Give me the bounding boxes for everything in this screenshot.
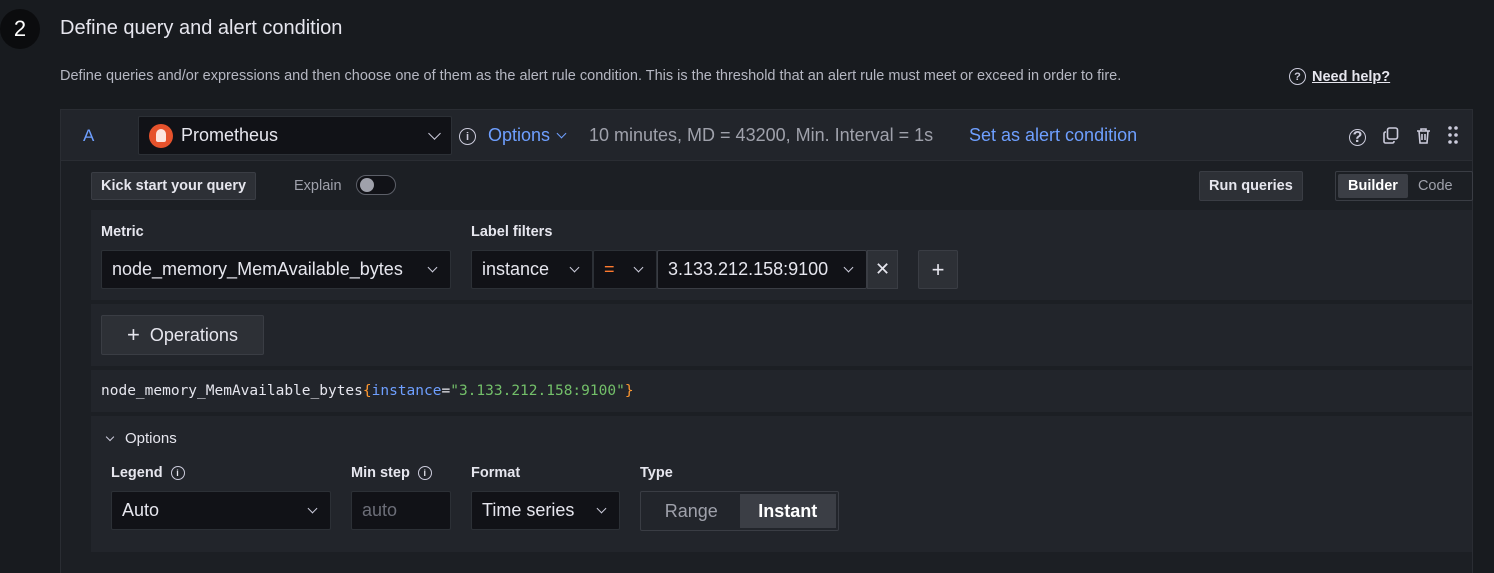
trash-icon[interactable] (1416, 127, 1431, 149)
operations-section: + Operations (91, 304, 1472, 366)
need-help[interactable]: ? Need help? (1289, 68, 1390, 85)
type-instant-option[interactable]: Instant (739, 494, 836, 528)
query-builder: Metric node_memory_MemAvailable_bytes La… (91, 210, 1472, 300)
label-key-value: instance (482, 259, 550, 279)
query-header: A Prometheus i Options 10 minutes, MD = … (61, 110, 1472, 161)
query-header-actions: ? (1349, 126, 1458, 149)
query-options-label: Options (488, 125, 551, 145)
legend-select[interactable]: Auto (111, 491, 331, 530)
promql-preview: node_memory_MemAvailable_bytes{instance =… (91, 370, 1472, 412)
type-label: Type (640, 465, 673, 481)
metric-label: Metric (101, 224, 144, 240)
editor-mode-switch: Builder Code (1335, 171, 1473, 201)
label-value-value: 3.133.212.158:9100 (668, 259, 829, 279)
label-operator-select[interactable]: = (593, 250, 657, 289)
query-type-switch: Range Instant (640, 491, 839, 531)
drag-handle-icon[interactable] (1448, 126, 1458, 149)
chevron-down-icon (428, 127, 441, 140)
format-label: Format (471, 465, 521, 481)
format-value: Time series (482, 500, 575, 520)
min-step-placeholder: auto (362, 500, 398, 520)
step-number-badge: 2 (0, 9, 40, 49)
prometheus-icon (149, 123, 173, 148)
legend-label-text: Legend (111, 465, 163, 481)
need-help-link[interactable]: Need help? (1312, 69, 1390, 85)
run-queries-button[interactable]: Run queries (1199, 171, 1303, 201)
options-title: Options (125, 430, 177, 447)
chevron-down-icon (596, 503, 607, 514)
options-collapse-toggle[interactable]: Options (105, 430, 177, 447)
query-options-toggle[interactable]: Options (488, 125, 567, 146)
label-filters-label: Label filters (471, 224, 553, 240)
min-step-label-text: Min step (351, 465, 410, 481)
min-step-label: Min step i (351, 465, 432, 481)
builder-mode-tab[interactable]: Builder (1338, 174, 1408, 198)
min-step-input[interactable]: auto (351, 491, 451, 530)
legend-value: Auto (122, 500, 160, 520)
chevron-down-icon (105, 432, 115, 441)
add-filter-button[interactable]: + (918, 250, 958, 289)
label-value-select[interactable]: 3.133.212.158:9100 (657, 250, 867, 289)
promql-close-brace: } (624, 383, 634, 399)
section-title: Define query and alert condition (60, 17, 343, 39)
promql-eq: = (441, 383, 451, 399)
section-description: Define queries and/or expressions and th… (60, 68, 1122, 84)
promql-value: "3.133.212.158:9100" (450, 383, 625, 399)
metric-select[interactable]: node_memory_MemAvailable_bytes (101, 250, 451, 289)
add-operation-button[interactable]: + Operations (101, 315, 264, 355)
chevron-down-icon (633, 262, 644, 273)
chevron-down-icon (307, 503, 318, 514)
set-alert-condition-button[interactable]: Set as alert condition (969, 125, 1137, 146)
query-options-summary: 10 minutes, MD = 43200, Min. Interval = … (589, 125, 934, 145)
question-circle-icon: ? (1289, 68, 1306, 85)
remove-filter-button[interactable]: ✕ (867, 250, 898, 289)
operations-label: Operations (149, 324, 238, 345)
query-options-section: Options Legend i Auto Min step i auto Form… (91, 416, 1472, 552)
legend-label: Legend i (111, 465, 185, 481)
kick-start-button[interactable]: Kick start your query (91, 172, 257, 200)
info-icon[interactable]: i (459, 128, 476, 145)
duplicate-icon[interactable] (1383, 126, 1399, 149)
type-range-option[interactable]: Range (643, 494, 740, 528)
datasource-picker[interactable]: Prometheus (138, 116, 452, 155)
explain-toggle[interactable] (356, 175, 396, 195)
label-operator-value: = (604, 259, 615, 279)
chevron-down-icon (569, 262, 580, 273)
explain-label: Explain (294, 178, 342, 194)
query-ref-id[interactable]: A (83, 126, 94, 146)
promql-metric: node_memory_MemAvailable_bytes (101, 383, 363, 399)
info-icon[interactable]: i (417, 466, 432, 481)
code-mode-tab[interactable]: Code (1408, 174, 1463, 198)
query-editor: Kick start your query Explain Run querie… (91, 162, 1473, 552)
promql-label: instance (371, 383, 442, 399)
plus-icon: + (127, 322, 140, 347)
promql-open-brace: { (362, 383, 372, 399)
chevron-down-icon (556, 128, 567, 139)
chevron-down-icon (843, 262, 854, 273)
help-icon[interactable]: ? (1349, 129, 1366, 146)
format-select[interactable]: Time series (471, 491, 620, 530)
chevron-down-icon (427, 262, 438, 273)
label-key-select[interactable]: instance (471, 250, 593, 289)
query-panel: A Prometheus i Options 10 minutes, MD = … (60, 109, 1473, 573)
info-icon[interactable]: i (170, 466, 185, 481)
metric-value: node_memory_MemAvailable_bytes (112, 259, 403, 279)
datasource-name: Prometheus (181, 125, 279, 145)
